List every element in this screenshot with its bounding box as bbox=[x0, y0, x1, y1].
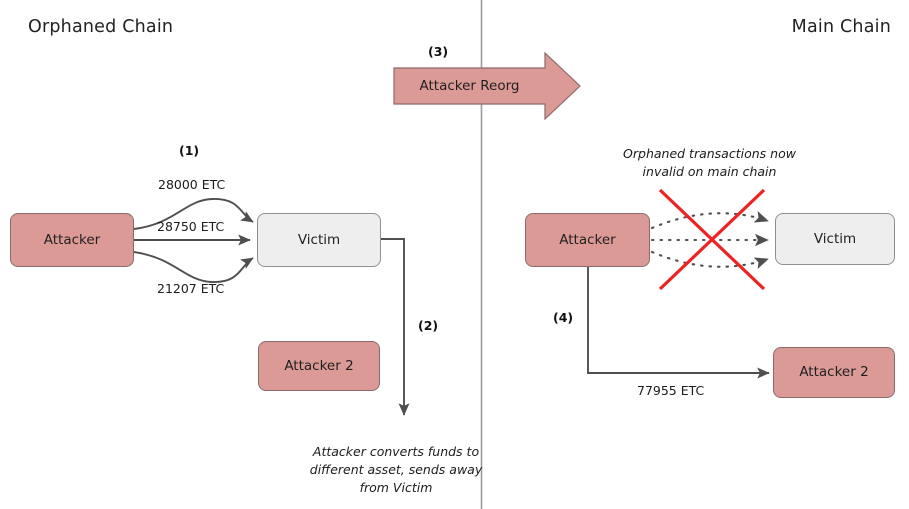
step-label-2: (2) bbox=[418, 318, 439, 333]
edge-label-28750: 28750 ETC bbox=[157, 219, 225, 234]
node-victim-left[interactable]: Victim bbox=[257, 213, 381, 267]
right-edge-77955 bbox=[587, 267, 770, 379]
step-label-3: (3) bbox=[428, 44, 449, 59]
step-label-1: (1) bbox=[179, 143, 200, 158]
main-chain-title: Main Chain bbox=[791, 17, 891, 37]
node-attacker-left[interactable]: Attacker bbox=[10, 213, 134, 267]
node-attacker-left-label: Attacker bbox=[43, 231, 101, 248]
node-victim-right-label: Victim bbox=[813, 230, 857, 247]
node-attacker2-right[interactable]: Attacker 2 bbox=[773, 347, 895, 398]
right-edges-invalid bbox=[650, 211, 770, 269]
node-attacker2-left[interactable]: Attacker 2 bbox=[258, 341, 380, 391]
node-victim-left-label: Victim bbox=[297, 231, 341, 248]
node-attacker2-left-label: Attacker 2 bbox=[284, 357, 354, 374]
edge-label-28000: 28000 ETC bbox=[158, 177, 226, 192]
note-orphaned-invalid: Orphaned transactions now invalid on mai… bbox=[623, 146, 796, 180]
step-label-4: (4) bbox=[553, 310, 574, 325]
node-victim-right[interactable]: Victim bbox=[775, 213, 895, 265]
node-attacker2-right-label: Attacker 2 bbox=[799, 364, 869, 381]
attacker-reorg-label: Attacker Reorg bbox=[419, 78, 520, 94]
node-attacker-right[interactable]: Attacker bbox=[525, 213, 650, 267]
note-attacker-converts: Attacker converts funds to different ass… bbox=[309, 444, 483, 496]
left-edge-victim-out bbox=[381, 238, 410, 416]
orphaned-chain-title: Orphaned Chain bbox=[28, 17, 174, 37]
diagram-canvas: Orphaned Chain Main Chain Attacker Victi… bbox=[0, 0, 909, 509]
edge-label-77955: 77955 ETC bbox=[637, 383, 705, 398]
left-edge-21207 bbox=[133, 251, 254, 283]
edge-label-21207: 21207 ETC bbox=[157, 281, 225, 296]
node-attacker-right-label: Attacker bbox=[559, 231, 616, 248]
invalid-cross-icon bbox=[658, 188, 766, 291]
